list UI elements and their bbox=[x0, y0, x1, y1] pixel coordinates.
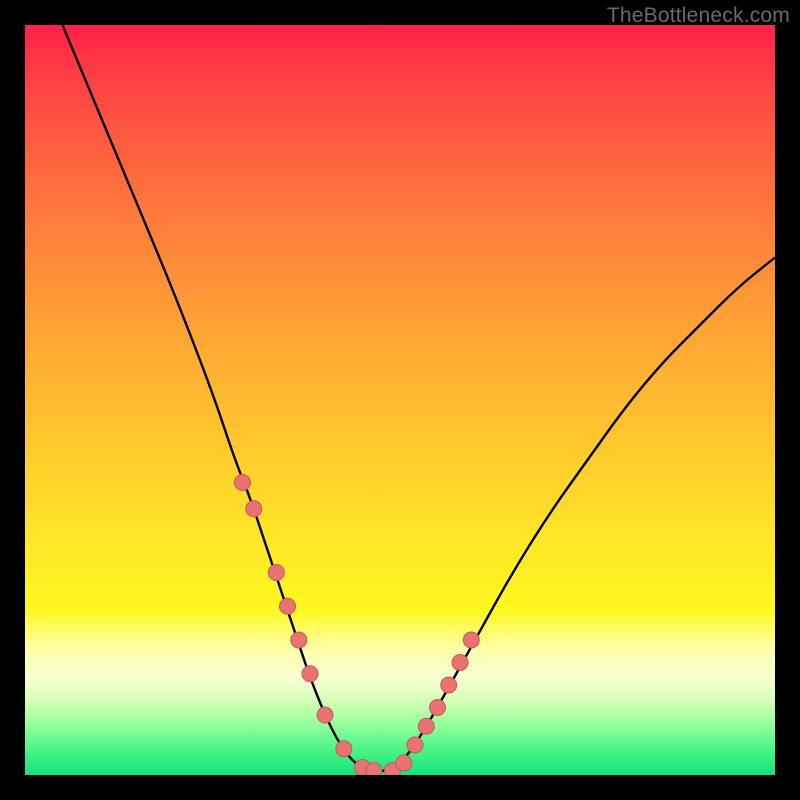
watermark-text: TheBottleneck.com bbox=[607, 4, 790, 28]
gradient-plot-area bbox=[25, 25, 775, 775]
chart-frame: TheBottleneck.com bbox=[0, 0, 800, 800]
